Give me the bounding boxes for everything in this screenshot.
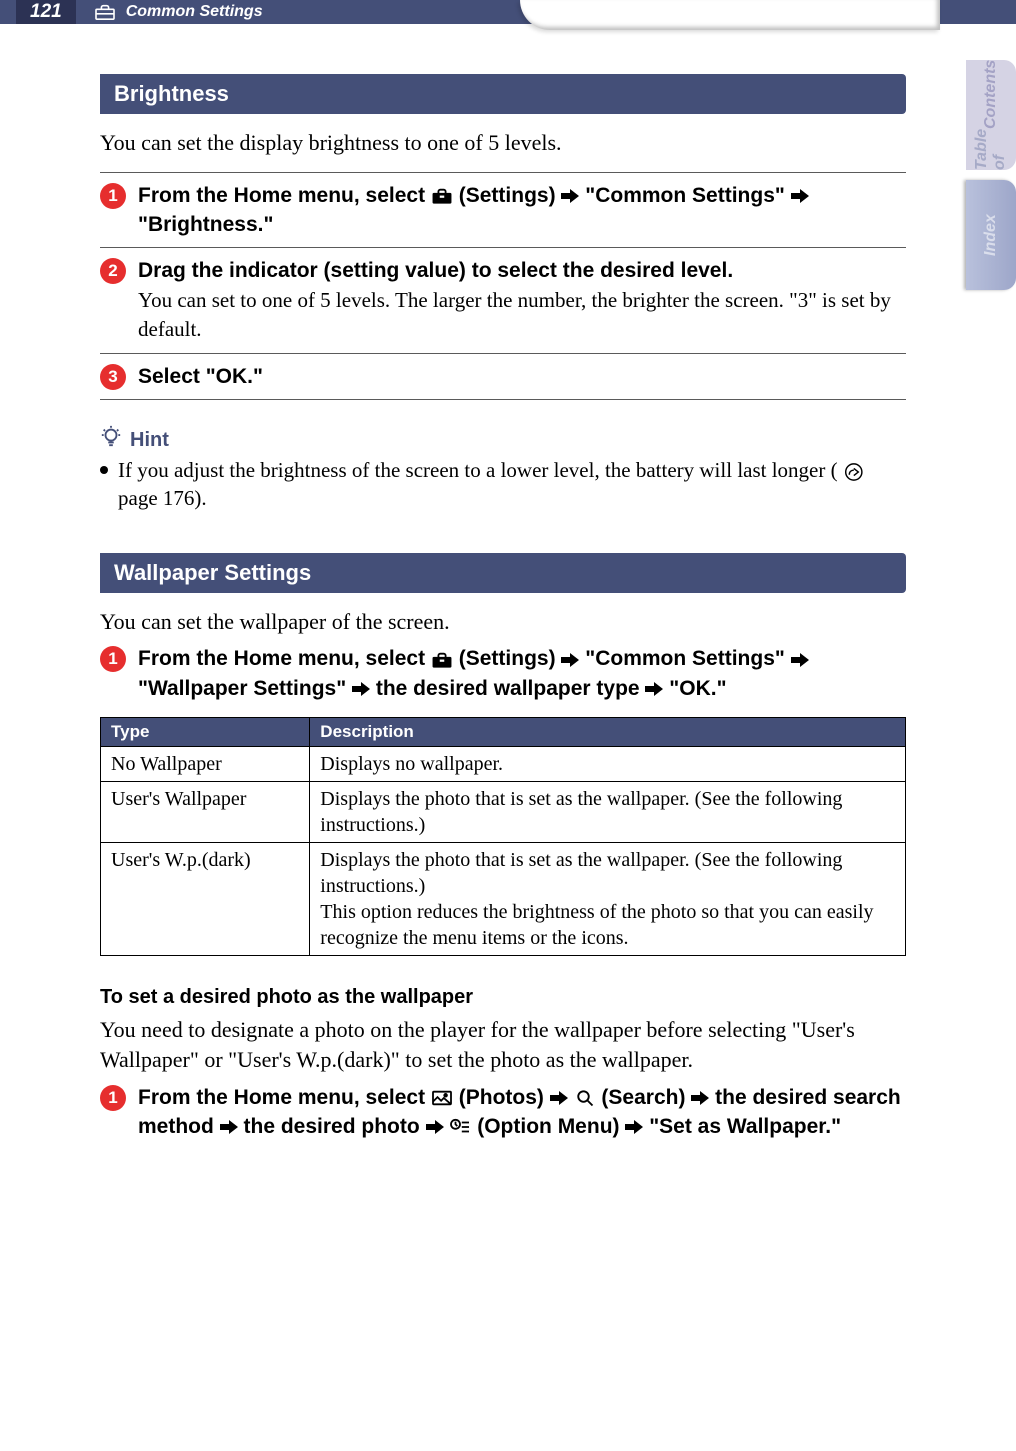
arrow-right-icon bbox=[561, 189, 579, 203]
step-badge: 3 bbox=[100, 364, 126, 390]
hint-header: Hint bbox=[100, 422, 906, 452]
text: "Brightness." bbox=[138, 213, 273, 236]
text: "Set as Wallpaper." bbox=[649, 1115, 841, 1138]
side-tabs: Table of Contents Index bbox=[966, 60, 1016, 300]
step-2-detail: You can set to one of 5 levels. The larg… bbox=[138, 286, 906, 345]
wallpaper-table: Type Description No Wallpaper Displays n… bbox=[100, 717, 906, 956]
arrow-right-icon bbox=[791, 189, 809, 203]
hint-text-1: If you adjust the brightness of the scre… bbox=[118, 458, 838, 482]
step-badge: 1 bbox=[100, 183, 126, 209]
text: the desired photo bbox=[244, 1115, 426, 1138]
table-header-type: Type bbox=[101, 718, 310, 747]
option-menu-icon bbox=[449, 1118, 471, 1136]
bullet-icon bbox=[100, 466, 108, 474]
cell-desc: Displays no wallpaper. bbox=[310, 747, 906, 782]
text: "Common Settings" bbox=[585, 647, 790, 670]
step-badge: 2 bbox=[100, 258, 126, 284]
arrow-right-icon bbox=[645, 682, 663, 696]
cell-type: User's Wallpaper bbox=[101, 782, 310, 843]
brightness-step-3: 3 Select "OK." bbox=[100, 362, 906, 391]
arrow-right-icon bbox=[791, 653, 809, 667]
wallpaper-photostep: 1 From the Home menu, select (Photos) bbox=[100, 1083, 906, 1142]
arrow-right-icon bbox=[426, 1120, 444, 1134]
wallpaper-step-1: 1 From the Home menu, select (Settings) … bbox=[100, 644, 906, 703]
cell-desc: Displays the photo that is set as the wa… bbox=[310, 782, 906, 843]
toolbox-icon bbox=[431, 651, 453, 669]
wallpaper-photostep-line: From the Home menu, select (Photos) bbox=[138, 1083, 906, 1142]
arrow-right-icon bbox=[625, 1120, 643, 1134]
step-badge: 1 bbox=[100, 1085, 126, 1111]
toolbox-icon bbox=[431, 187, 453, 205]
tab-index[interactable]: Index bbox=[966, 180, 1016, 290]
brightness-step-1: 1 From the Home menu, select (Settings) … bbox=[100, 181, 906, 240]
wallpaper-subhead: To set a desired photo as the wallpaper bbox=[100, 986, 906, 1009]
cell-type: User's W.p.(dark) bbox=[101, 843, 310, 956]
wallpaper-intro: You can set the wallpaper of the screen. bbox=[100, 607, 906, 637]
toolbox-icon bbox=[94, 3, 116, 21]
tab-toc-line2: Contents bbox=[982, 60, 1000, 129]
table-header-desc: Description bbox=[310, 718, 906, 747]
text: "Common Settings" bbox=[585, 184, 790, 207]
cell-type: No Wallpaper bbox=[101, 747, 310, 782]
section-title-wallpaper: Wallpaper Settings bbox=[100, 553, 906, 593]
text: (Search) bbox=[601, 1086, 691, 1109]
wallpaper-step-line: From the Home menu, select (Settings) "C… bbox=[138, 644, 906, 703]
photos-icon bbox=[431, 1089, 453, 1107]
section-title-brightness: Brightness bbox=[100, 74, 906, 114]
arrow-right-icon bbox=[561, 653, 579, 667]
tab-toc-line1: Table of bbox=[973, 129, 1009, 170]
brightness-intro: You can set the display brightness to on… bbox=[100, 128, 906, 158]
text: From the Home menu, select bbox=[138, 647, 431, 670]
header-section-title: Common Settings bbox=[126, 3, 263, 21]
cell-desc: Displays the photo that is set as the wa… bbox=[310, 843, 906, 956]
step-badge: 1 bbox=[100, 646, 126, 672]
arrow-right-icon bbox=[220, 1120, 238, 1134]
brightness-step-2: 2 Drag the indicator (setting value) to … bbox=[100, 256, 906, 344]
hint-text-2: page 176). bbox=[118, 486, 207, 510]
page-number: 121 bbox=[16, 0, 76, 24]
step-3-title: Select "OK." bbox=[138, 362, 906, 391]
hint-bullet: If you adjust the brightness of the scre… bbox=[100, 456, 906, 513]
text: (Settings) bbox=[459, 647, 562, 670]
text: "Wallpaper Settings" bbox=[138, 677, 352, 700]
hint-label: Hint bbox=[130, 429, 169, 452]
text: (Option Menu) bbox=[477, 1115, 625, 1138]
step-2-title: Drag the indicator (setting value) to se… bbox=[138, 256, 906, 285]
text: From the Home menu, select bbox=[138, 184, 431, 207]
arrow-right-icon bbox=[691, 1091, 709, 1105]
pointer-icon bbox=[843, 463, 865, 481]
arrow-right-icon bbox=[550, 1091, 568, 1105]
tab-index-label: Index bbox=[982, 214, 1000, 256]
text: (Settings) bbox=[459, 184, 562, 207]
search-icon bbox=[574, 1089, 596, 1107]
table-row: User's Wallpaper Displays the photo that… bbox=[101, 782, 906, 843]
step-1-line: From the Home menu, select (Settings) "C… bbox=[138, 181, 906, 240]
header-curve bbox=[520, 0, 940, 30]
text: From the Home menu, select bbox=[138, 1086, 431, 1109]
arrow-right-icon bbox=[352, 682, 370, 696]
text: the desired wallpaper type bbox=[376, 677, 646, 700]
tab-toc[interactable]: Table of Contents bbox=[966, 60, 1016, 170]
text: (Photos) bbox=[459, 1086, 550, 1109]
text: "OK." bbox=[669, 677, 726, 700]
table-row: No Wallpaper Displays no wallpaper. bbox=[101, 747, 906, 782]
page-body: Brightness You can set the display brigh… bbox=[0, 24, 1016, 1187]
table-row: User's W.p.(dark) Displays the photo tha… bbox=[101, 843, 906, 956]
wallpaper-subintro: You need to designate a photo on the pla… bbox=[100, 1015, 906, 1074]
